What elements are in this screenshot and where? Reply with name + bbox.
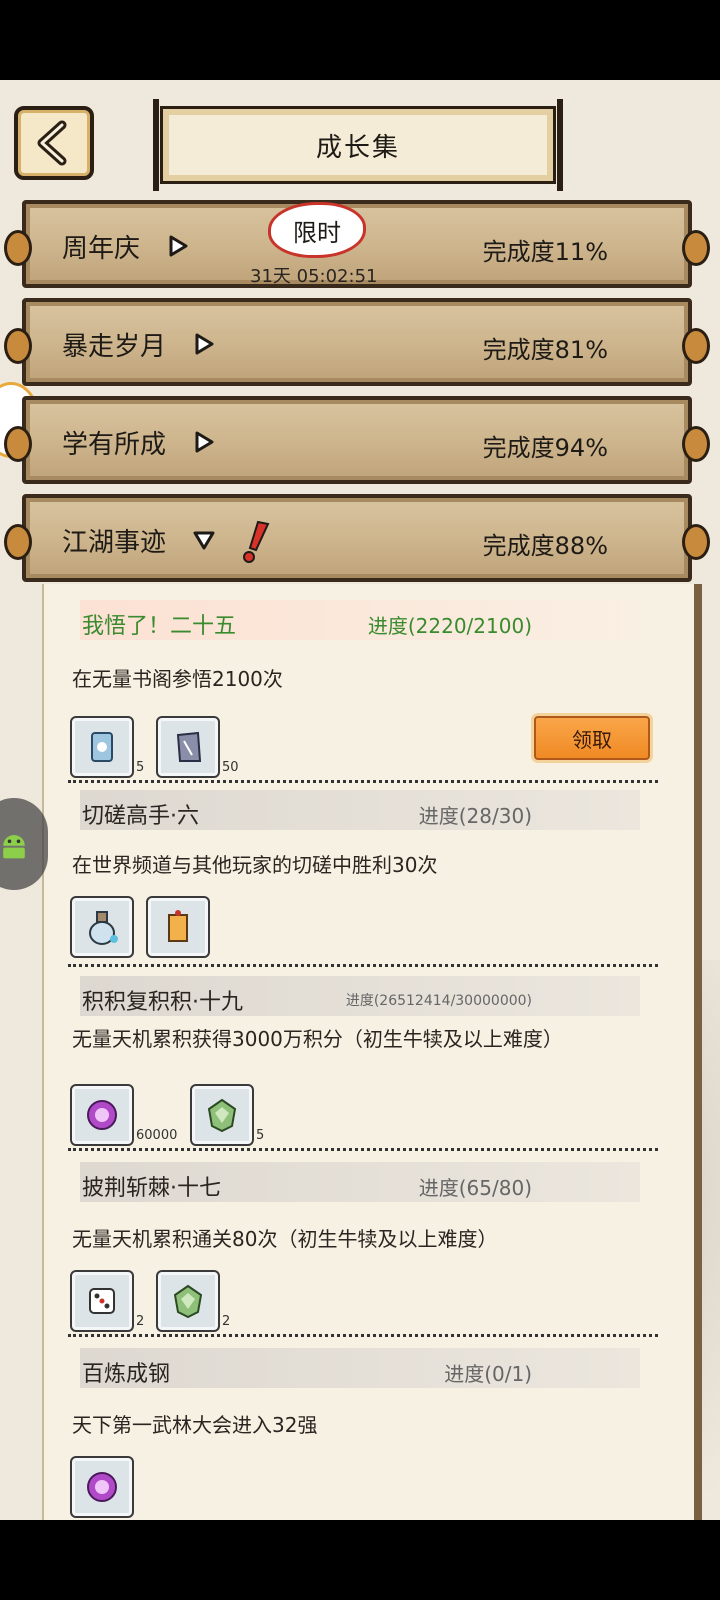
play-arrow-icon [195,333,214,355]
reward-slot[interactable] [146,896,210,958]
potion-bottle-icon [89,911,118,945]
task-title: 百炼成钢 [82,1362,171,1387]
completion-text: 完成度81% [482,336,608,364]
category-name: 江湖事迹 [62,528,167,558]
purple-orb-icon [87,1472,117,1502]
category-name: 学有所成 [62,430,167,460]
reward-slot[interactable] [70,1084,134,1146]
task-description: 天下第一武林大会进入32强 [72,1413,318,1437]
completion-text: 完成度94% [482,434,608,462]
category-rampage-years[interactable]: 暴走岁月 完成度81% [4,298,710,386]
green-jade-icon [173,1284,203,1319]
exclamation-alert-icon [243,520,270,563]
completion-text: 完成度88% [482,532,608,560]
category-anniversary[interactable]: 周年庆 限时 31天 05:02:51 完成度11% [4,200,710,288]
category-learning[interactable]: 学有所成 完成度94% [4,396,710,484]
floating-assistant-button[interactable] [0,798,48,890]
task-progress: 进度(2220/2100) [367,614,532,638]
green-jade-icon [207,1098,237,1133]
category-jianghu-deeds[interactable]: 江湖事迹 完成度88% [4,494,710,582]
title-scroll: 成长集 [153,99,563,191]
task-description: 在世界频道与其他玩家的切磋中胜利30次 [72,853,438,877]
paper-slip-icon [176,731,202,762]
task-progress: 进度(0/1) [444,1362,532,1386]
back-button[interactable] [14,106,94,180]
task-description: 在无量书阁参悟2100次 [72,667,283,691]
limited-time-badge: 限时 [268,202,366,258]
reward-slot[interactable] [70,716,134,778]
reward-slot[interactable] [156,1270,220,1332]
claim-button[interactable]: 领取 [534,716,650,760]
play-arrow-icon [195,431,214,453]
task-title: 披荆斩棘·十七 [82,1176,221,1201]
task-title: 我悟了！二十五 [82,614,237,639]
reward-slot[interactable] [70,896,134,958]
task-progress: 进度(28/30) [418,804,532,828]
task-progress: 进度(65/80) [418,1176,532,1200]
category-name: 暴走岁月 [62,332,167,362]
page-title: 成长集 [315,132,400,163]
task-list-panel: 我悟了！二十五 进度(2220/2100) 在无量书阁参悟2100次 5 50 … [42,584,702,1520]
dice-icon [89,1288,115,1314]
expand-down-arrow-icon [193,531,215,550]
reward-slot[interactable] [70,1456,134,1518]
name-card-icon [168,910,188,942]
task-title: 切磋高手·六 [82,804,199,829]
android-icon [3,835,25,859]
play-arrow-icon [169,235,188,257]
reward-slot[interactable] [190,1084,254,1146]
purple-orb-icon [87,1100,117,1130]
task-title: 积积复积积·十九 [82,990,243,1015]
reward-slot[interactable] [70,1270,134,1332]
growth-collection-screen: 成长集 周年庆 限时 31天 05:02:51 完成度11% 暴走岁月 完成度8… [0,80,720,1520]
countdown-timer: 31天 05:02:51 [250,266,378,287]
reward-slot[interactable] [156,716,220,778]
task-progress: 进度(26512414/30000000) [345,993,532,1009]
category-name: 周年庆 [62,234,141,264]
back-arrow-icon [37,120,67,166]
scroll-token-icon [91,732,113,762]
task-description: 无量天机累积获得3000万积分（初生牛犊及以上难度） [72,1027,563,1051]
task-description: 无量天机累积通关80次（初生牛犊及以上难度） [72,1227,498,1251]
completion-text: 完成度11% [482,238,608,266]
